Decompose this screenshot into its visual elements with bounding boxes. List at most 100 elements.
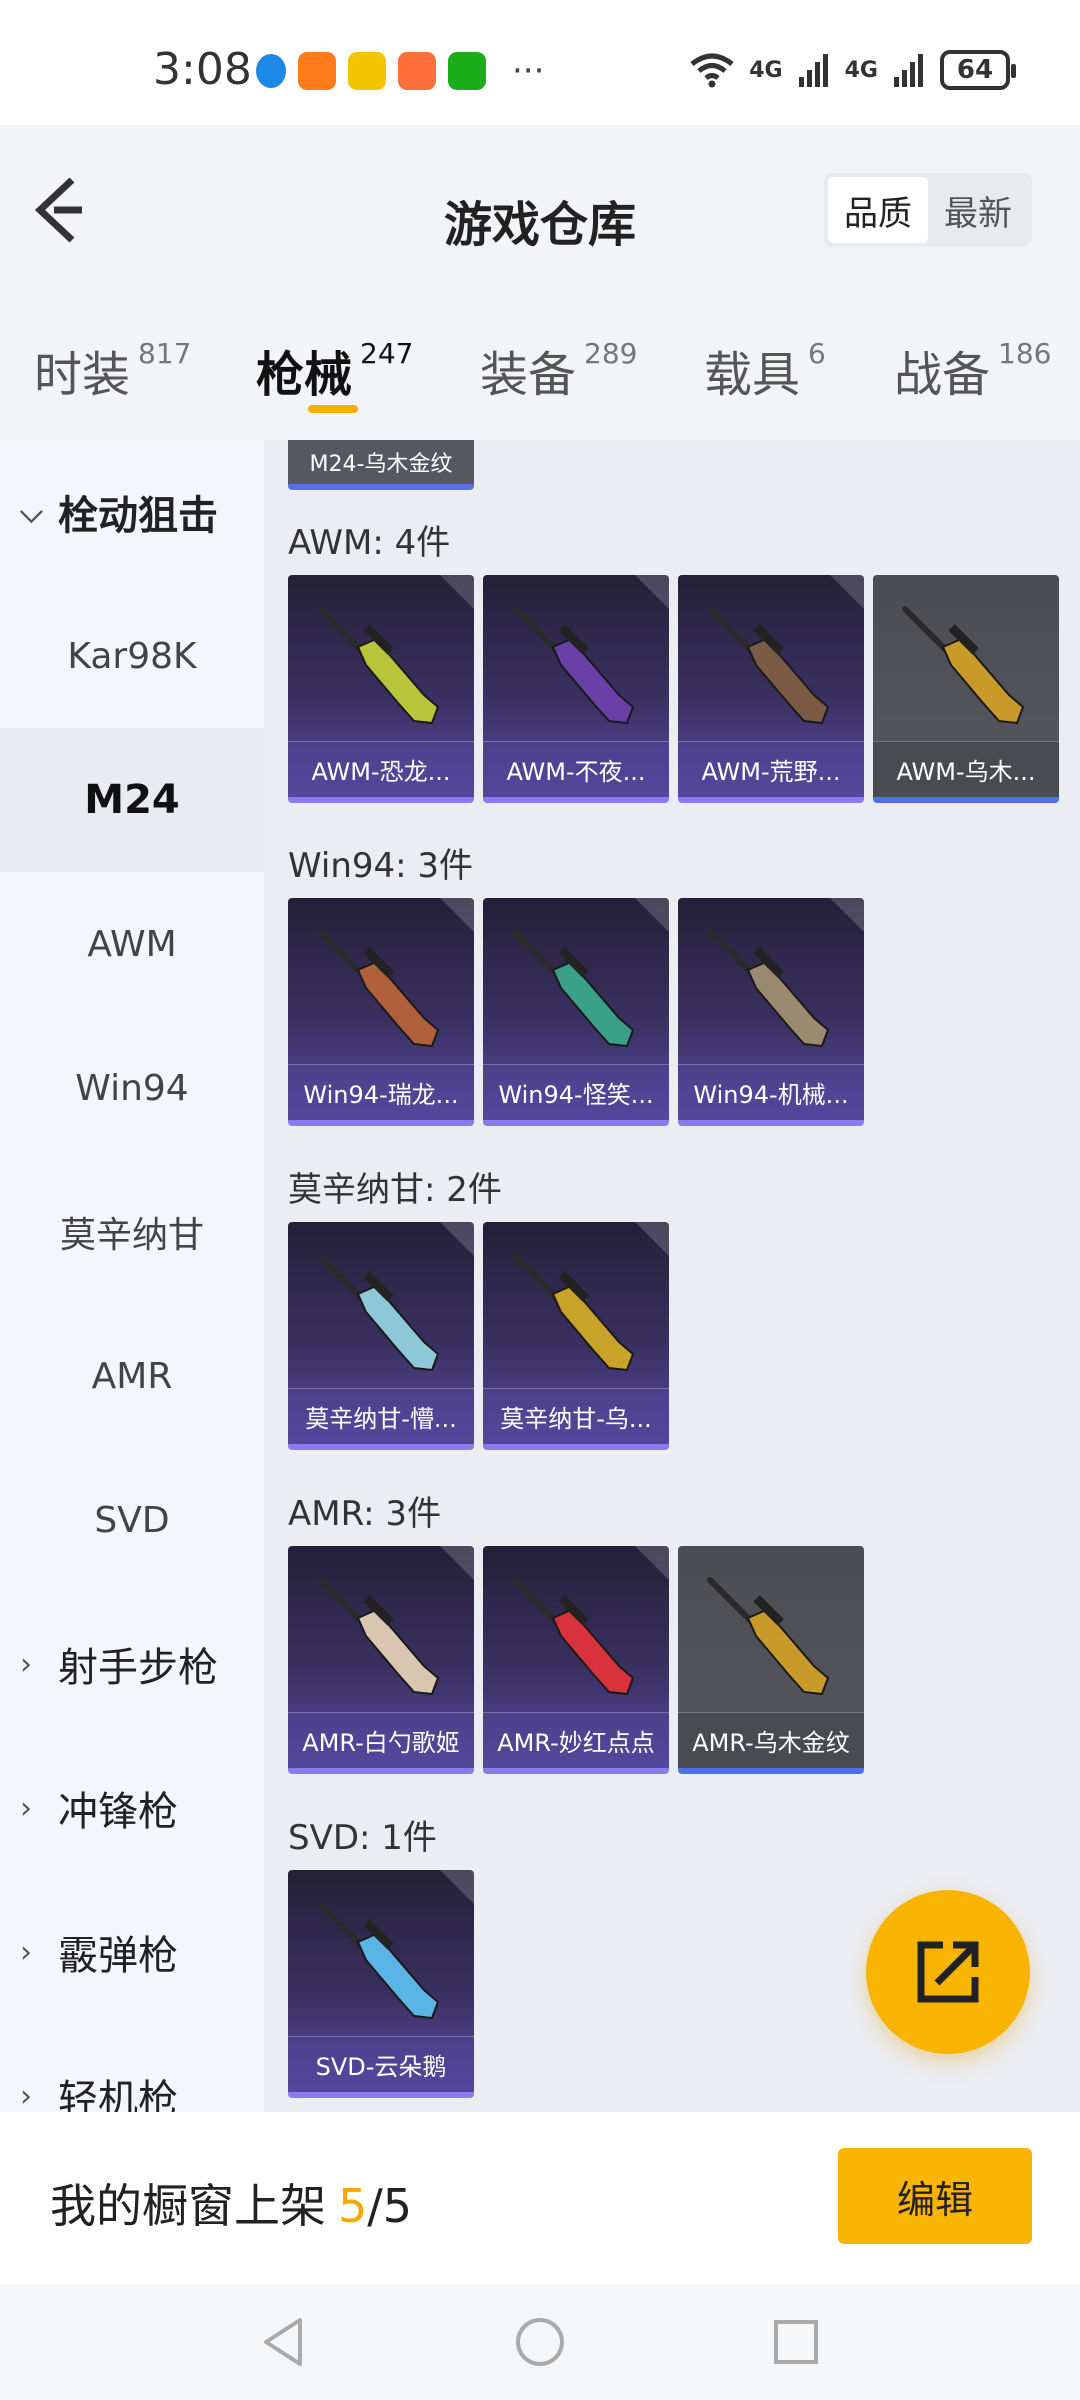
section-title: AWM: 4件 [288, 523, 451, 563]
weapon-section-mosin: 莫辛纳甘: 2件 莫辛纳甘-懵... 莫辛纳甘-乌... [288, 1162, 669, 1450]
sidebar-category-label: 冲锋枪 [58, 1789, 178, 1835]
item-grid: Win94-瑞龙... Win94-怪笑... Win94-机械... [288, 898, 864, 1126]
item-card[interactable]: AWM-恐龙... [288, 575, 474, 803]
tab-label: 枪械 [256, 347, 353, 403]
sidebar-item-m24[interactable]: M24 [0, 728, 264, 872]
app-notification-icon [298, 52, 336, 90]
sort-quality-button[interactable]: 品质 [828, 177, 928, 243]
card-corner [440, 898, 474, 932]
item-name: 莫辛纳甘-乌... [483, 1388, 669, 1444]
tab-equipment[interactable]: 装备 289 [480, 335, 637, 405]
card-corner [635, 898, 669, 932]
section-title: SVD: 1件 [288, 1818, 437, 1858]
chevron-right-icon: › [20, 1646, 32, 1682]
tab-count: 6 [808, 337, 826, 370]
sidebar-item-mosin[interactable]: 莫辛纳甘 [0, 1160, 264, 1304]
tab-count: 247 [360, 337, 414, 370]
chevron-down-icon: ⌵ [20, 494, 43, 530]
tab-label: 装备 [480, 347, 577, 403]
item-card[interactable]: 莫辛纳甘-懵... [288, 1222, 474, 1450]
tab-supplies[interactable]: 战备 186 [894, 335, 1051, 405]
network-type: 4G [749, 57, 783, 83]
sidebar-category-lmg[interactable]: › 轻机枪 [0, 2024, 264, 2112]
item-card-selected[interactable]: AMR-乌木金纹 [678, 1546, 864, 1774]
tab-count: 817 [138, 337, 192, 370]
card-corner [635, 1222, 669, 1256]
share-fab-button[interactable] [866, 1890, 1030, 2054]
section-title: AMR: 3件 [288, 1494, 442, 1534]
item-card-partial[interactable]: M24-乌木金纹 [288, 440, 474, 490]
edit-button[interactable]: 编辑 [838, 2148, 1032, 2244]
signal-icon [798, 54, 828, 87]
item-card[interactable]: AMR-妙红点点 [483, 1546, 669, 1774]
app-notification-icon [398, 52, 436, 90]
page-header: 游戏仓库 品质 最新 [0, 125, 1080, 295]
sidebar-item-svd[interactable]: SVD [0, 1448, 264, 1592]
showcase-max-count: 5 [382, 2179, 413, 2233]
notification-icons: ··· [256, 52, 544, 90]
tab-fashion[interactable]: 时装 817 [34, 335, 191, 405]
rifle-icon [512, 1577, 635, 1696]
wechat-icon [448, 52, 486, 90]
sidebar-item-amr[interactable]: AMR [0, 1304, 264, 1448]
sidebar-category-shotgun[interactable]: › 霰弹枪 [0, 1880, 264, 2024]
network-type: 4G [844, 57, 878, 83]
item-grid: AMR-白勺歌姬 AMR-妙红点点 AMR-乌木金纹 [288, 1546, 864, 1774]
card-corner [440, 1222, 474, 1256]
item-name: AWM-荒野... [678, 741, 864, 797]
item-card[interactable]: AMR-白勺歌姬 [288, 1546, 474, 1774]
item-card[interactable]: SVD-云朵鹅 [288, 1870, 474, 2098]
sidebar-category-smg[interactable]: › 冲锋枪 [0, 1736, 264, 1880]
card-corner [440, 575, 474, 609]
rifle-icon [317, 1253, 440, 1372]
item-card-selected[interactable]: AWM-乌木... [873, 575, 1059, 803]
item-name: AWM-乌木... [873, 741, 1059, 797]
card-corner [440, 1546, 474, 1580]
showcase-status: 我的橱窗上架 5 / 5 [50, 2170, 412, 2236]
status-bar: 3:08 ··· 4G 4G 64 [0, 0, 1080, 125]
rifle-icon [707, 1577, 830, 1696]
sidebar-item-win94[interactable]: Win94 [0, 1016, 264, 1160]
item-grid: AWM-恐龙... AWM-不夜... AWM-荒野... AWM-乌木... [288, 575, 1059, 803]
item-name: AMR-乌木金纹 [678, 1712, 864, 1768]
rifle-icon [512, 1253, 635, 1372]
rifle-icon [512, 929, 635, 1048]
section-title: Win94: 3件 [288, 846, 474, 886]
tab-firearms[interactable]: 枪械 247 [256, 335, 413, 405]
shield-app-icon [256, 54, 286, 88]
rifle-icon [707, 606, 830, 725]
card-corner [635, 575, 669, 609]
tab-label: 时装 [34, 347, 131, 403]
showcase-label: 我的橱窗上架 [50, 2179, 326, 2233]
card-corner [830, 575, 864, 609]
item-card[interactable]: AWM-荒野... [678, 575, 864, 803]
sidebar-item-kar98k[interactable]: Kar98K [0, 584, 264, 728]
item-card[interactable]: Win94-瑞龙... [288, 898, 474, 1126]
item-card[interactable]: 莫辛纳甘-乌... [483, 1222, 669, 1450]
item-card[interactable]: Win94-怪笑... [483, 898, 669, 1126]
item-card[interactable]: Win94-机械... [678, 898, 864, 1126]
card-corner [440, 1870, 474, 1904]
weapon-section-win94: Win94: 3件 Win94-瑞龙... Win94-怪笑... Win94-… [288, 838, 864, 1126]
tab-count: 186 [998, 337, 1052, 370]
item-name: AWM-不夜... [483, 741, 669, 797]
nav-home-icon[interactable] [512, 2314, 568, 2370]
nav-back-icon[interactable] [256, 2314, 312, 2370]
rifle-icon [317, 929, 440, 1048]
tab-vehicles[interactable]: 载具 6 [704, 335, 826, 405]
nav-recents-icon[interactable] [768, 2314, 824, 2370]
sort-toggle: 品质 最新 [824, 173, 1032, 247]
sidebar-category-dmr[interactable]: › 射手步枪 [0, 1592, 264, 1736]
item-card[interactable]: AWM-不夜... [483, 575, 669, 803]
sidebar-category-bolt-action[interactable]: ⌵ 栓动狙击 [0, 440, 264, 584]
sort-latest-button[interactable]: 最新 [928, 177, 1028, 243]
sidebar-item-awm[interactable]: AWM [0, 872, 264, 1016]
status-time: 3:08 [153, 44, 252, 95]
rifle-icon [317, 1901, 440, 2020]
category-tabs: 时装 817 枪械 247 装备 289 载具 6 战备 186 [0, 295, 1080, 440]
active-tab-indicator [308, 405, 358, 413]
tab-label: 战备 [894, 347, 991, 403]
app-notification-icon [348, 52, 386, 90]
rifle-icon [512, 606, 635, 725]
system-nav-bar [0, 2284, 1080, 2400]
